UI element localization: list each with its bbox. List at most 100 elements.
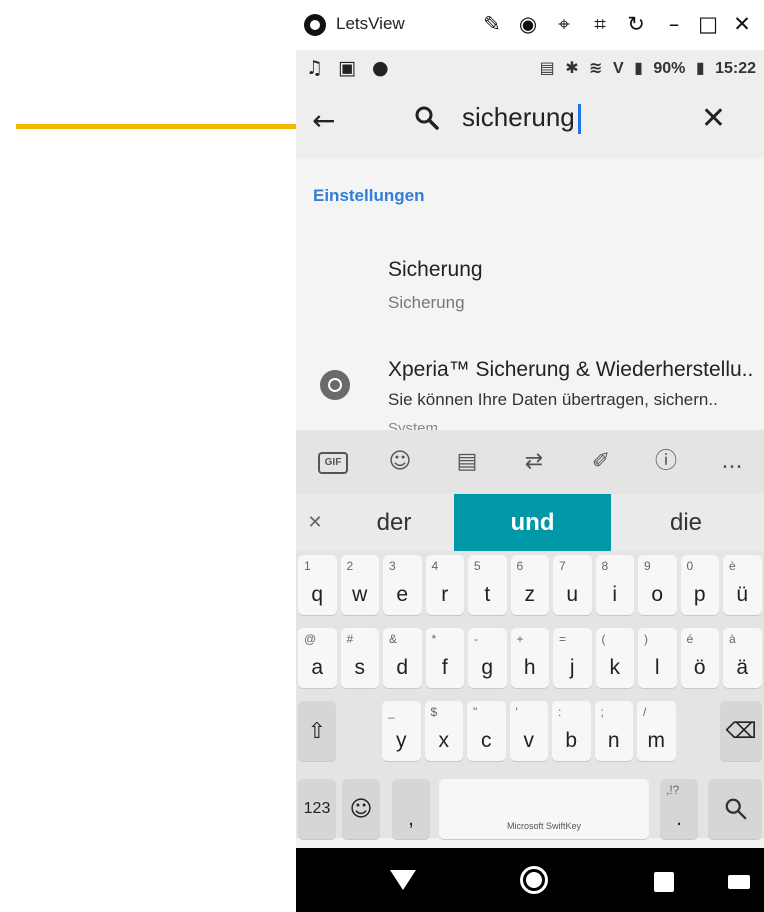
period-key[interactable]: ,!? . [660,779,698,839]
emoji-icon: ☺ [349,796,373,822]
key-ü[interactable]: èü [723,555,762,615]
key-label: c [481,729,492,752]
key-label: m [647,729,666,752]
suggestion-item-selected[interactable]: und [454,494,611,551]
nav-back-icon[interactable] [390,870,416,890]
key-secondary: - [474,632,478,646]
key-l[interactable]: ) l [638,628,677,688]
key-a[interactable]: @ a [298,628,337,688]
key-label: f [441,656,448,679]
key-i[interactable]: 8i [595,555,634,615]
key-s[interactable]: # s [340,628,379,688]
key-label: h [523,656,536,679]
search-results: Einstellungen Sicherung Sicherung Xperia… [296,158,764,430]
key-p[interactable]: 0p [680,555,719,615]
key-t[interactable]: 5t [468,555,507,615]
suggestion-item[interactable]: der [334,494,454,551]
key-x[interactable]: $ x [424,701,463,761]
nav-home-icon[interactable] [520,866,548,894]
minimize-icon[interactable]: – [660,10,688,38]
bluetooth-icon: ✱ [565,60,579,77]
back-arrow-icon[interactable]: ← [312,104,335,137]
key-secondary: : [558,705,562,719]
wifi-icon: ≋ [589,60,603,77]
clock: 15:22 [715,60,756,77]
signal-icon: ▮ [634,60,643,77]
numbers-key[interactable]: 123 [298,779,336,839]
key-secondary: # [346,632,354,646]
numbers-key-label: 123 [303,800,331,817]
section-header: Einstellungen [313,186,425,205]
key-g[interactable]: -g [468,628,507,688]
key-r[interactable]: 4r [425,555,464,615]
key-e[interactable]: 3e [383,555,422,615]
key-secondary: $ [430,705,438,719]
clipboard-icon[interactable]: ▤ [451,448,483,476]
space-key[interactable]: Microsoft SwiftKey [439,779,649,839]
collapse-suggestions-icon[interactable]: ✕ [296,494,334,551]
pen-icon[interactable]: ✐ [585,448,617,476]
battery-icon: ▮ [695,60,705,77]
result-title[interactable]: Xperia™ Sicherung & Wiederherstellu.. [388,358,753,382]
key-j[interactable]: = j [553,628,592,688]
key-label: n [607,729,620,752]
key-label: t [484,583,491,606]
record-icon[interactable]: ◉ [514,10,542,38]
key-u[interactable]: 7u [553,555,592,615]
suggestion-item[interactable]: die [611,494,761,551]
shift-key[interactable]: ⇧ [298,701,336,761]
translate-icon[interactable]: ⇄ [518,448,550,476]
key-secondary: ) [644,632,648,646]
comma-key[interactable]: , [392,779,430,839]
emoji-key[interactable]: ☺ [342,779,380,839]
key-h[interactable]: + h [510,628,549,688]
key-secondary: 3 [389,559,396,573]
status-bar: ♫ ▣ ● ▤ ✱ ≋ V ▮ 90% ▮ 15:22 [296,50,764,88]
key-v[interactable]: ' v [509,701,548,761]
key-k[interactable]: (k [595,628,634,688]
key-f[interactable]: * f [425,628,464,688]
result-title[interactable]: Sicherung [388,258,483,282]
key-secondary: _ [388,705,395,719]
period-key-label: . [676,807,682,830]
key-z[interactable]: 6z [510,555,549,615]
key-label: w [352,583,368,606]
backspace-key[interactable]: ⌫ [720,701,762,761]
backspace-icon: ⌫ [725,718,757,744]
pin-icon[interactable]: ⌖ [550,10,578,38]
info-icon[interactable]: ⓘ [650,448,682,476]
key-q[interactable]: 1q [298,555,337,615]
rotate-icon[interactable]: ↻ [622,10,650,38]
gif-icon[interactable]: GIF [318,452,348,474]
sticker-icon[interactable]: ☺ [384,448,416,476]
nav-recents-icon[interactable] [654,872,674,892]
more-icon[interactable]: ... [716,448,748,476]
key-label: k [609,656,621,679]
key-c[interactable]: " c [467,701,506,761]
key-n[interactable]: ; n [594,701,633,761]
key-secondary: 7 [559,559,566,573]
maximize-icon[interactable]: □ [694,10,722,38]
key-o[interactable]: 9o [638,555,677,615]
clear-search-icon[interactable]: ✕ [701,101,726,136]
nav-keyboard-icon[interactable] [728,875,750,889]
search-icon [415,106,439,130]
key-d[interactable]: & d [383,628,422,688]
crop-icon[interactable]: ⌗ [586,10,614,38]
key-ä[interactable]: àä [723,628,762,688]
key-w[interactable]: 2w [340,555,379,615]
suggestion-bar: ✕ der und die [296,494,764,551]
brush-icon[interactable]: ✎ [478,10,506,38]
key-label: g [481,656,494,679]
key-ö[interactable]: éö [680,628,719,688]
search-key[interactable] [708,779,762,839]
search-input[interactable]: sicherung [462,102,581,135]
key-secondary: 9 [644,559,651,573]
key-label: a [311,656,324,679]
key-secondary: 1 [304,559,311,573]
close-window-icon[interactable]: ✕ [728,10,756,38]
key-m[interactable]: / m [637,701,676,761]
key-b[interactable]: :b [552,701,591,761]
record-status-icon: ● [372,57,389,79]
key-y[interactable]: _ y [382,701,421,761]
